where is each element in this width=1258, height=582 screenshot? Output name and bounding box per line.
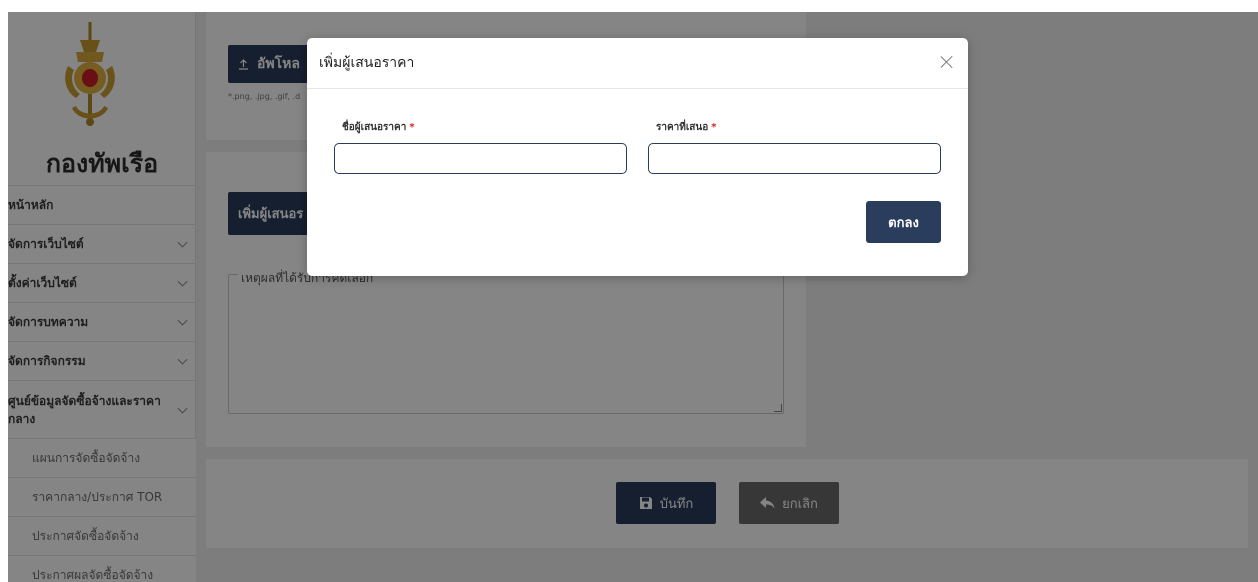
modal-header: เพิ่มผู้เสนอราคา bbox=[307, 38, 968, 89]
bidder-name-input[interactable] bbox=[334, 143, 627, 174]
app-frame: กองทัพเรือ หน้าหลัก จัดการเว็บไซต์ ตั้งค… bbox=[8, 12, 1258, 582]
required-mark: * bbox=[409, 122, 415, 133]
bid-price-label: ราคาที่เสนอ * bbox=[656, 120, 716, 135]
close-icon[interactable] bbox=[938, 53, 956, 71]
bidder-name-label-text: ชื่อผู้เสนอราคา bbox=[342, 122, 407, 133]
add-bidder-modal: เพิ่มผู้เสนอราคา ชื่อผู้เสนอราคา * ราคาที… bbox=[307, 38, 968, 276]
bidder-name-label: ชื่อผู้เสนอราคา * bbox=[342, 120, 415, 135]
ok-button-label: ตกลง bbox=[888, 215, 919, 231]
bid-price-input[interactable] bbox=[648, 143, 941, 174]
bid-price-label-text: ราคาที่เสนอ bbox=[656, 122, 709, 133]
ok-button[interactable]: ตกลง bbox=[866, 201, 941, 243]
modal-title: เพิ่มผู้เสนอราคา bbox=[319, 55, 415, 71]
required-mark: * bbox=[711, 122, 717, 133]
